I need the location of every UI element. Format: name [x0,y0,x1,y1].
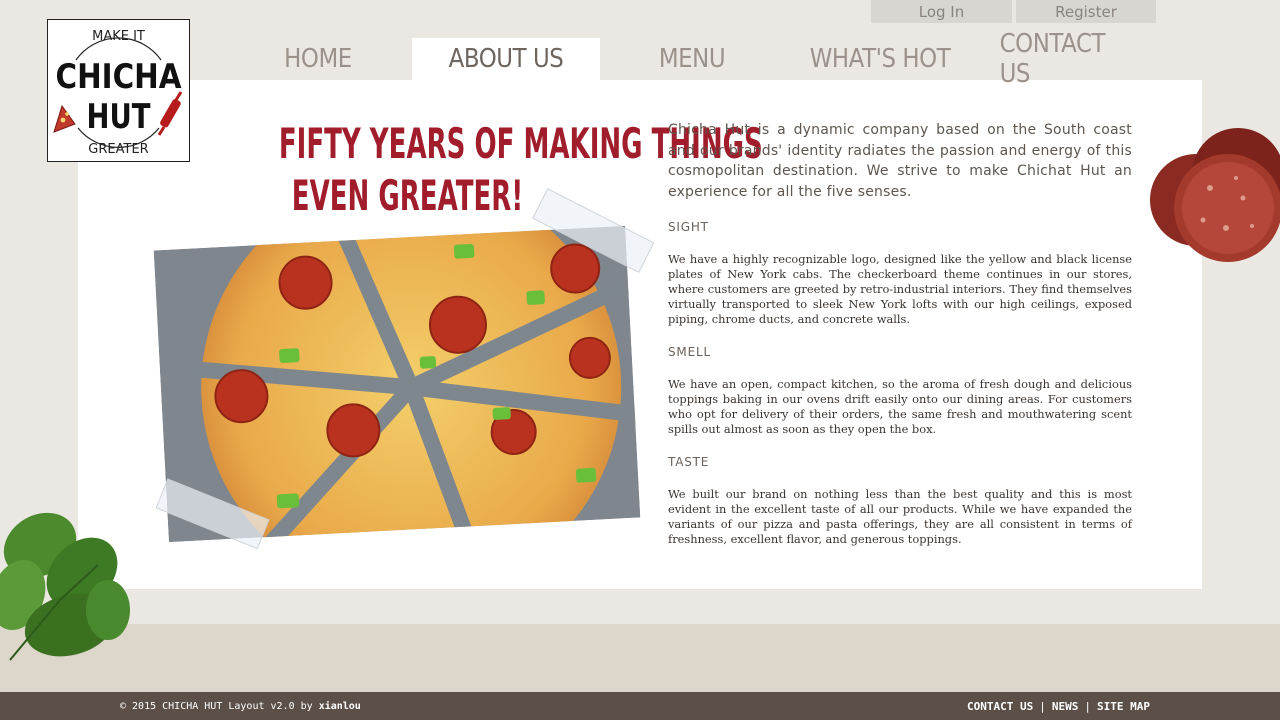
nav-contact-us[interactable]: CONTACT US [1000,29,1141,89]
section-title-smell: SMELL [668,345,711,359]
logo-top-text: MAKE IT [92,29,145,44]
footer: © 2015 CHICHA HUT Layout v2.0 by xianlou… [0,692,1280,720]
copyright-text: © 2015 CHICHA HUT Layout v2.0 by [120,701,319,712]
nav-about-us[interactable]: ABOUT US [423,38,588,80]
logo-line1: CHICHA [56,57,183,97]
footer-separator: | [1039,700,1046,713]
pizza-photo [153,177,655,598]
logo-line2: HUT [87,97,152,137]
section-body-taste: We built our brand on nothing less than … [668,487,1132,546]
spinach-decoration [0,512,130,661]
section-body-smell: We have an open, compact kitchen, so the… [668,377,1132,436]
nav-menu[interactable]: MENU [622,38,763,80]
section-title-taste: TASTE [668,455,710,469]
section-title-sight: SIGHT [668,220,709,234]
nav-whats-hot[interactable]: WHAT'S HOT [801,38,959,80]
pizza-image [153,177,644,598]
footer-link-site-map[interactable]: SITE MAP [1097,700,1150,713]
headline-line1: FIFTY YEARS OF MAKING THINGS [278,119,763,168]
salami-decoration [1150,128,1280,262]
footer-separator: | [1084,700,1092,713]
chicha-hut-logo[interactable]: MAKE IT CHICHA HUT GREATER [47,19,190,162]
footer-link-news[interactable]: NEWS [1052,700,1079,713]
footer-copyright: © 2015 CHICHA HUT Layout v2.0 by xianlou [120,701,361,712]
register-button[interactable]: Register [1016,0,1156,23]
pizza-slice-icon [53,104,76,133]
login-button[interactable]: Log In [871,0,1012,23]
author-link[interactable]: xianlou [319,701,361,712]
section-body-sight: We have a highly recognizable logo, desi… [668,252,1132,326]
logo-graphic: MAKE IT CHICHA HUT GREATER [53,29,183,157]
headline-line2: EVEN GREATER! [291,171,524,220]
footer-links: CONTACT US | NEWS | SITE MAP [967,700,1150,713]
footer-link-contact-us[interactable]: CONTACT US [967,700,1033,713]
page-headline: FIFTY YEARS OF MAKING THINGS EVEN GREATE… [278,118,763,222]
rolling-pin-icon [157,91,183,136]
intro-paragraph: Chicha Hut is a dynamic company based on… [668,122,1132,200]
logo-bottom-text: GREATER [88,142,148,157]
bottom-band [0,624,1280,692]
nav-home[interactable]: HOME [249,38,386,80]
